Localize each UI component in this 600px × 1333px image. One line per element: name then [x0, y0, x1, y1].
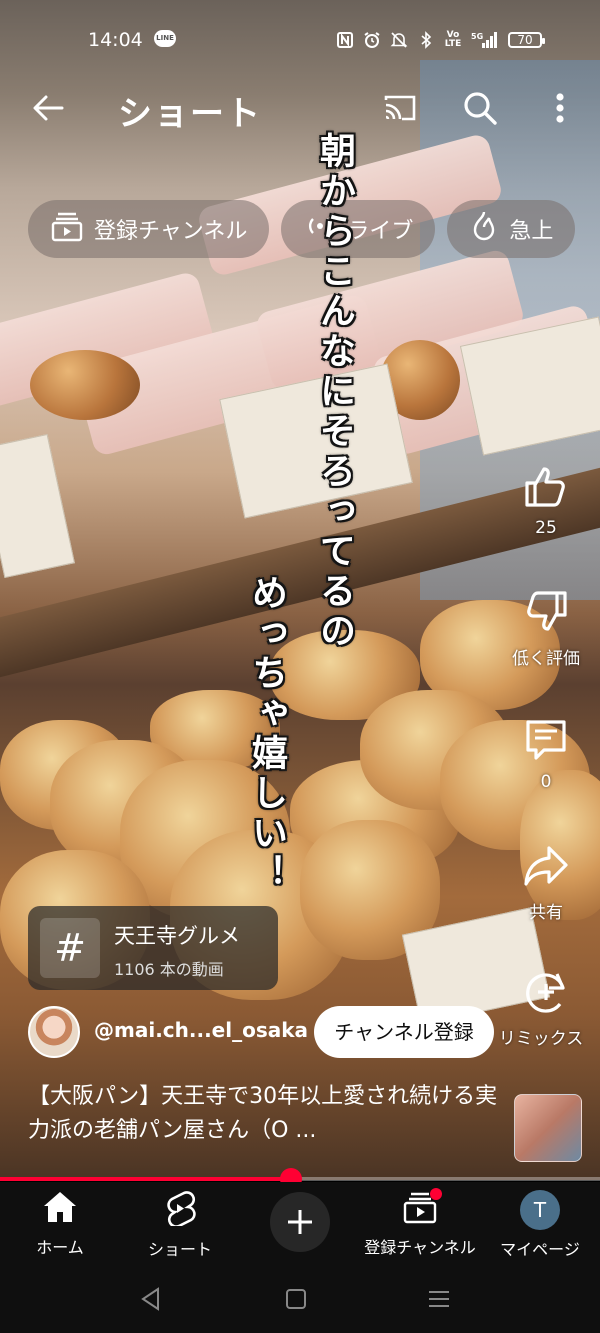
back-triangle-icon[interactable] — [138, 1286, 164, 1312]
like-button[interactable]: 25 — [506, 462, 586, 538]
status-icons: Vo LTE 5G 70 — [336, 28, 545, 52]
page-title: ショート — [118, 94, 262, 134]
hashtag-icon: # — [40, 918, 100, 978]
plus-icon — [270, 1210, 330, 1256]
chip-label: ライブ — [347, 219, 414, 244]
remix-icon — [522, 968, 570, 1016]
svg-text:5G: 5G — [471, 32, 483, 41]
bun — [30, 350, 140, 420]
remix-button[interactable]: リミックス — [499, 968, 586, 1049]
shorts-icon — [163, 1191, 197, 1230]
nav-home-label: ホーム — [36, 1238, 84, 1257]
hashtag-card[interactable]: # 天王寺グルメ 1106 本の動画 — [28, 906, 278, 990]
progress-fill — [0, 1177, 291, 1181]
chip-subscriptions[interactable]: 登録チャンネル — [28, 200, 270, 258]
price-card — [0, 433, 75, 579]
battery-icon: 70 — [508, 32, 545, 48]
nfc-icon — [336, 31, 354, 49]
hashtag-video-count: 1106 本の動画 — [114, 960, 224, 979]
video-caption-line-1: 朝からこんなにそろってるの — [314, 132, 355, 652]
recents-menu-icon[interactable] — [426, 1286, 452, 1312]
new-content-dot — [430, 1188, 442, 1200]
like-count: 25 — [535, 518, 557, 538]
share-button[interactable]: 共有 — [506, 842, 586, 923]
dislike-label: 低く評価 — [512, 649, 580, 669]
home-icon — [42, 1192, 78, 1228]
nav-shorts-label: ショート — [147, 1240, 212, 1259]
cast-icon[interactable] — [380, 88, 420, 128]
nav-home[interactable]: ホーム — [0, 1190, 120, 1258]
nav-shorts[interactable]: ショート — [120, 1190, 240, 1260]
video-progress-bar[interactable] — [0, 1168, 600, 1190]
comment-count: 0 — [540, 772, 552, 792]
create-button[interactable] — [270, 1192, 330, 1252]
share-label: 共有 — [529, 903, 563, 923]
more-vert-icon[interactable] — [544, 88, 576, 128]
bottom-navigation: ホーム ショート 登録チャンネル T マイページ — [0, 1182, 600, 1264]
thumb-down-icon — [522, 588, 570, 636]
nav-subscriptions[interactable]: 登録チャンネル — [360, 1188, 480, 1258]
volte-icon: Vo LTE — [444, 30, 462, 49]
comment-icon — [522, 716, 570, 764]
thumb-up-icon — [522, 462, 570, 510]
status-time: 14:04 — [88, 29, 143, 51]
status-bar: 14:04 LINE Vo LTE 5G 70 — [0, 22, 600, 58]
mute-icon — [390, 31, 408, 49]
nav-my-page[interactable]: T マイページ — [480, 1190, 600, 1260]
alarm-icon — [363, 31, 381, 49]
share-arrow-icon — [522, 842, 570, 890]
related-video-thumbnail[interactable] — [514, 1094, 582, 1162]
home-square-icon[interactable] — [284, 1286, 308, 1312]
chip-label: 登録チャンネル — [94, 219, 248, 244]
system-navigation-bar — [0, 1264, 600, 1333]
remix-label: リミックス — [498, 1029, 584, 1049]
subscribe-button[interactable]: チャンネル登録 — [314, 1006, 494, 1058]
bluetooth-icon — [417, 31, 435, 49]
video-title[interactable]: 【大阪パン】天王寺で30年以上愛され続ける実力派の老舗パン屋さん（O ... — [28, 1080, 498, 1148]
signal-5g-icon: 5G — [471, 31, 499, 49]
nav-subscriptions-label: 登録チャンネル — [364, 1238, 476, 1257]
subscriptions-icon — [402, 1188, 442, 1228]
hashtag-name: 天王寺グルメ — [114, 924, 240, 948]
nav-my-page-label: マイページ — [500, 1240, 580, 1259]
line-notification-icon: LINE — [154, 30, 176, 47]
channel-avatar[interactable] — [28, 1006, 80, 1058]
top-app-bar: ショート — [0, 80, 600, 136]
user-avatar: T — [520, 1190, 560, 1230]
dislike-button[interactable]: 低く評価 — [506, 588, 586, 669]
back-arrow-icon[interactable] — [28, 88, 68, 128]
chip-trending[interactable]: 急上 — [447, 200, 576, 258]
chip-label: 急上 — [509, 219, 554, 244]
comment-button[interactable]: 0 — [506, 716, 586, 792]
search-icon[interactable] — [460, 88, 500, 128]
chip-live[interactable]: ライブ — [281, 200, 436, 258]
trending-icon — [469, 209, 499, 249]
subscriptions-icon — [50, 209, 84, 249]
channel-handle[interactable]: @mai.ch...el_osaka — [94, 1018, 308, 1042]
